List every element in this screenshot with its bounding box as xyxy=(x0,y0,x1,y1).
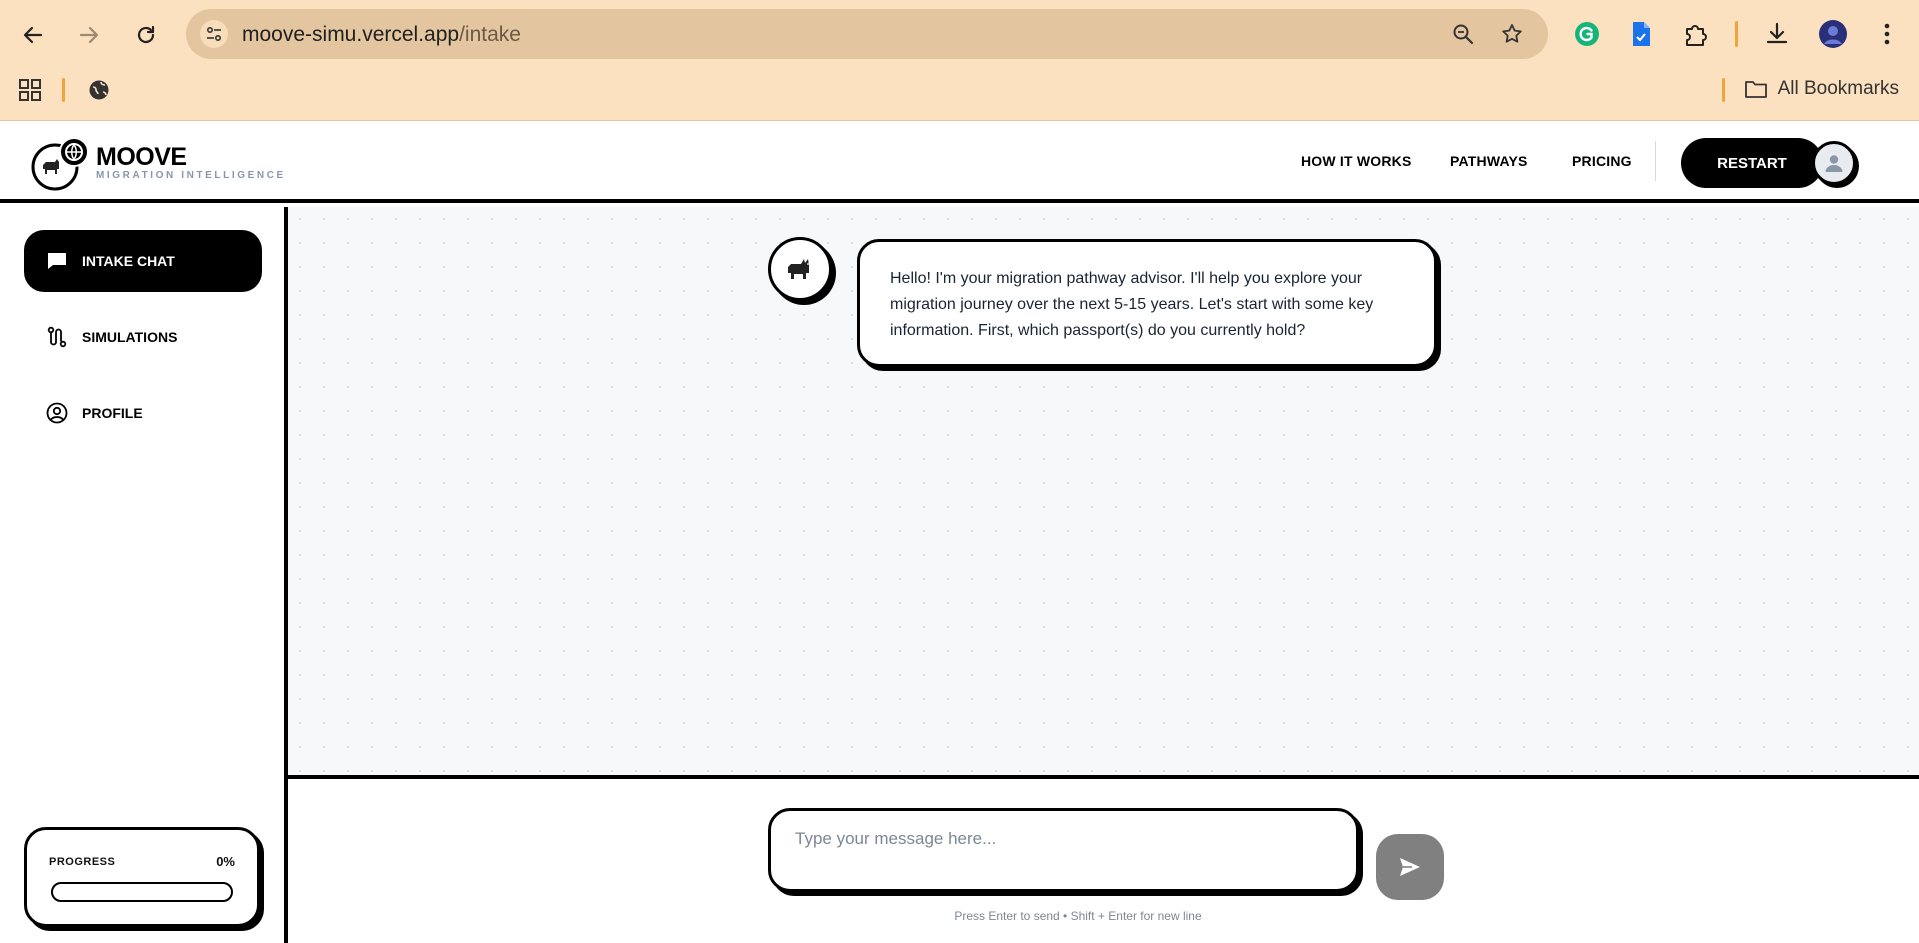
send-icon xyxy=(1400,858,1420,876)
user-circle-icon xyxy=(46,402,68,424)
globe-bookmark-icon[interactable] xyxy=(85,76,113,104)
bot-avatar xyxy=(768,237,832,301)
cat-icon xyxy=(788,259,809,279)
progress-bar xyxy=(51,882,233,902)
address-bar[interactable]: moove-simu.vercel.app/intake xyxy=(186,9,1548,59)
arrow-left-icon xyxy=(23,26,43,44)
restart-button[interactable]: RESTART xyxy=(1681,138,1823,188)
reload-button[interactable] xyxy=(129,18,163,52)
zoom-icon[interactable] xyxy=(1450,21,1476,47)
nav-divider xyxy=(1655,141,1656,181)
forward-button[interactable] xyxy=(72,18,106,52)
url-host: moove-simu.vercel.app xyxy=(242,23,460,46)
extensions-puzzle-icon[interactable] xyxy=(1679,17,1713,51)
document-extension-icon[interactable] xyxy=(1624,17,1658,51)
back-button[interactable] xyxy=(16,18,50,52)
nav-pathways[interactable]: PATHWAYS xyxy=(1450,153,1528,169)
reload-icon xyxy=(137,25,155,44)
sidebar-item-intake-chat[interactable]: INTAKE CHAT xyxy=(24,230,262,292)
progress-card: PROGRESS 0% xyxy=(24,827,260,927)
moove-logo-icon[interactable] xyxy=(31,135,91,191)
folder-icon xyxy=(1744,81,1767,98)
sidebar-item-label: INTAKE CHAT xyxy=(82,253,175,269)
url-path: /intake xyxy=(459,23,521,46)
route-icon xyxy=(47,326,67,348)
bookmarks-separator xyxy=(62,78,65,102)
nav-pricing[interactable]: PRICING xyxy=(1572,153,1632,169)
brand-tagline: MIGRATION INTELLIGENCE xyxy=(96,170,286,181)
message-input[interactable] xyxy=(768,808,1359,892)
bot-message-bubble: Hello! I'm your migration pathway adviso… xyxy=(857,239,1437,367)
all-bookmarks-separator xyxy=(1722,78,1725,102)
sidebar-item-simulations[interactable]: SIMULATIONS xyxy=(24,306,262,368)
sidebar-item-label: SIMULATIONS xyxy=(82,329,178,345)
composer-hint: Press Enter to send • Shift + Enter for … xyxy=(954,909,1202,923)
all-bookmarks-button[interactable]: All Bookmarks xyxy=(1744,78,1899,100)
progress-label: PROGRESS xyxy=(49,856,116,868)
all-bookmarks-label: All Bookmarks xyxy=(1777,78,1899,99)
send-button[interactable] xyxy=(1376,834,1444,900)
url-text: moove-simu.vercel.app/intake xyxy=(242,23,521,47)
user-icon xyxy=(1825,155,1843,172)
sidebar-item-profile[interactable]: PROFILE xyxy=(24,382,262,444)
chat-bubble-icon xyxy=(48,253,66,269)
chat-messages-area[interactable]: Hello! I'm your migration pathway adviso… xyxy=(288,207,1919,779)
progress-value: 0% xyxy=(216,854,235,869)
browser-chrome: moove-simu.vercel.app/intake All Bookmar… xyxy=(0,0,1919,121)
nav-how-it-works[interactable]: HOW IT WORKS xyxy=(1301,153,1412,169)
browser-menu-icon[interactable] xyxy=(1870,17,1904,51)
user-avatar-button[interactable] xyxy=(1812,141,1856,185)
composer: Press Enter to send • Shift + Enter for … xyxy=(288,783,1919,943)
site-settings-icon[interactable] xyxy=(200,20,228,48)
brand-name[interactable]: MOOVE xyxy=(96,143,187,172)
apps-grid-icon[interactable] xyxy=(16,76,44,104)
download-icon[interactable] xyxy=(1760,17,1794,51)
bookmark-star-icon[interactable] xyxy=(1499,21,1525,47)
sidebar-item-label: PROFILE xyxy=(82,405,143,421)
arrow-right-icon xyxy=(79,26,99,44)
browser-profile-avatar[interactable] xyxy=(1816,17,1850,51)
grammarly-extension-icon[interactable] xyxy=(1570,17,1604,51)
toolbar-separator xyxy=(1735,21,1738,47)
app-header: MOOVE MIGRATION INTELLIGENCE HOW IT WORK… xyxy=(0,121,1919,203)
sidebar: INTAKE CHAT SIMULATIONS PROFILE PROGRESS… xyxy=(0,207,288,943)
